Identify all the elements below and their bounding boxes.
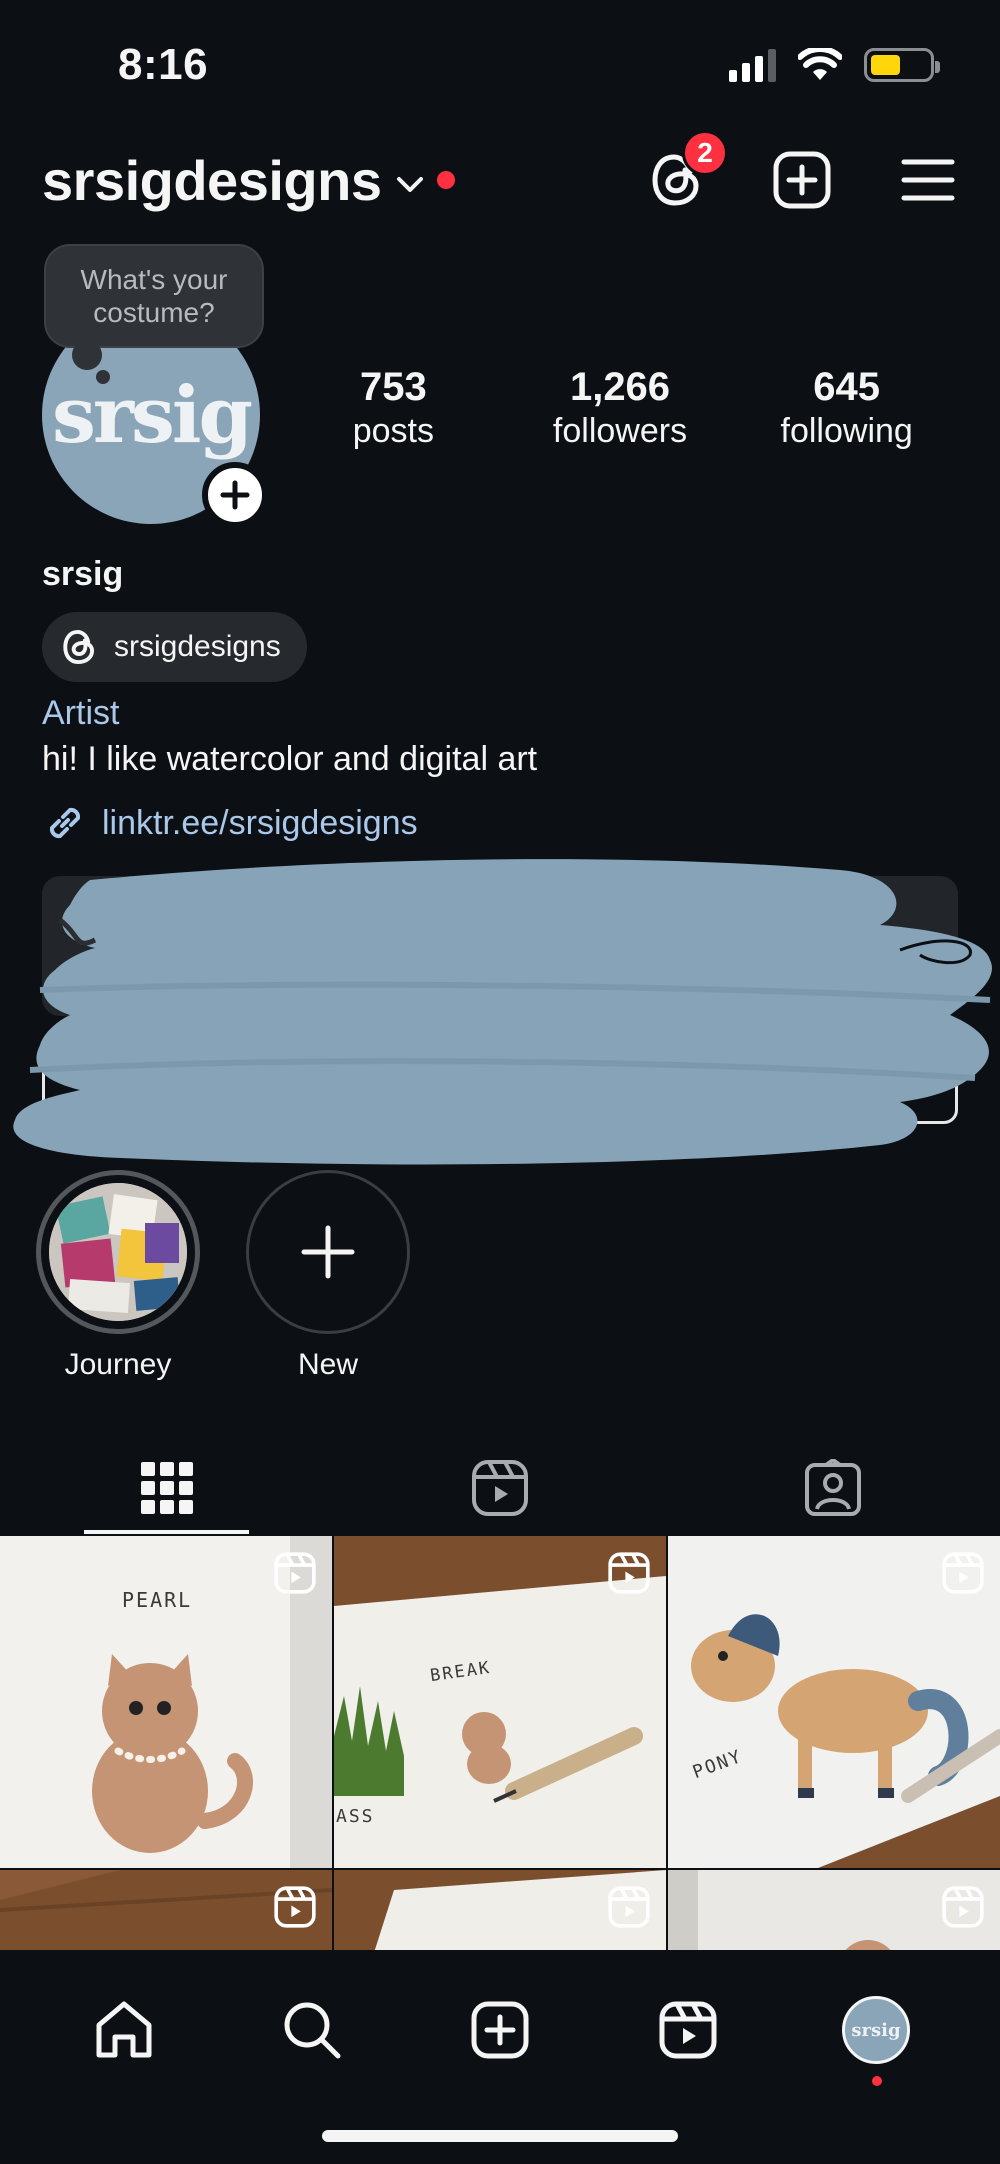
menu-button[interactable]: [898, 150, 958, 210]
grid-post[interactable]: PONY: [668, 1536, 1000, 1868]
tab-tagged[interactable]: [667, 1442, 1000, 1534]
followers-count: 1,266: [569, 365, 671, 409]
posts-grid: PEARL BREAK ASS PONY: [0, 1536, 1000, 1984]
bio-text: hi! I like watercolor and digital art: [42, 740, 538, 778]
status-bar: 8:16: [0, 0, 1000, 130]
story-highlights: Journey New: [36, 1170, 410, 1382]
profile-header: srsigdesigns 2: [42, 130, 958, 220]
plus-square-icon: [773, 151, 831, 209]
followers-label: followers: [552, 412, 688, 450]
nav-create[interactable]: [460, 1990, 540, 2070]
plus-icon: [220, 480, 250, 510]
following-count: 645: [813, 365, 881, 409]
post-caption: ASS: [336, 1806, 375, 1827]
avatar: srsig: [842, 1996, 910, 2064]
profile-link-text: linktr.ee/srsigdesigns: [102, 803, 418, 842]
home-indicator[interactable]: [322, 2130, 678, 2142]
posts-label: posts: [352, 412, 434, 450]
add-story-button[interactable]: [202, 462, 268, 528]
chevron-down-icon[interactable]: [395, 175, 425, 195]
nav-reels[interactable]: [648, 1990, 728, 2070]
paint-swatches-image: [49, 1183, 187, 1321]
highlight-thumbnail: [49, 1183, 187, 1321]
threads-notification-badge: 2: [682, 130, 728, 176]
threads-icon: [63, 629, 95, 665]
note-bubble[interactable]: What's your costume?: [44, 244, 264, 348]
profile-stats: 753 posts 1,266 followers 645 following: [280, 364, 960, 452]
battery-icon: [864, 48, 940, 82]
create-button[interactable]: [772, 150, 832, 210]
tab-posts-grid[interactable]: [0, 1442, 333, 1534]
grid-post[interactable]: BREAK ASS: [334, 1536, 666, 1868]
threads-profile-chip[interactable]: srsigdesigns: [42, 612, 307, 682]
new-highlight-ring: [246, 1170, 410, 1334]
reel-indicator-icon: [942, 1886, 984, 1928]
grid-icon: [140, 1462, 193, 1514]
reel-indicator-icon: [608, 1886, 650, 1928]
threads-handle: srsigdesigns: [114, 630, 281, 663]
home-icon: [96, 2001, 152, 2058]
post-caption: PEARL: [122, 1588, 193, 1612]
grid-post[interactable]: PEARL: [0, 1536, 332, 1868]
threads-button[interactable]: 2: [646, 130, 728, 210]
avatar-logo-text: srsig: [51, 369, 253, 461]
unread-dot: [437, 171, 456, 189]
search-icon: [284, 2002, 341, 2059]
plus-square-icon: [471, 2001, 529, 2059]
profile-category: Artist: [42, 694, 120, 732]
nav-search[interactable]: [272, 1990, 352, 2070]
cellular-signal-icon: [729, 48, 776, 82]
tab-reels[interactable]: [333, 1442, 666, 1534]
account-switcher-username[interactable]: srsigdesigns: [42, 148, 382, 213]
reels-icon: [659, 2001, 717, 2059]
hamburger-menu-icon: [901, 159, 955, 201]
highlight-journey[interactable]: Journey: [36, 1170, 200, 1382]
profile-notification-dot: [872, 2076, 882, 2086]
reels-icon: [471, 1460, 528, 1516]
reel-indicator-icon: [274, 1886, 316, 1928]
nav-home[interactable]: [84, 1990, 164, 2070]
reel-indicator-icon: [608, 1552, 650, 1594]
header-actions: 2: [646, 130, 958, 220]
reel-indicator-icon: [942, 1552, 984, 1594]
redaction-scribble: [13, 859, 992, 1165]
status-time: 8:16: [118, 40, 209, 89]
following-stat[interactable]: 645 following: [733, 364, 960, 452]
followers-stat[interactable]: 1,266 followers: [507, 364, 734, 452]
highlight-label: New: [297, 1348, 358, 1381]
posts-stat[interactable]: 753 posts: [280, 364, 507, 452]
following-label: following: [780, 412, 913, 450]
note-bubble-tail: [72, 340, 102, 370]
highlight-label: Journey: [64, 1348, 172, 1381]
wifi-icon: [798, 48, 842, 80]
new-highlight-button[interactable]: New: [246, 1170, 410, 1382]
display-name: srsig: [42, 555, 124, 593]
posts-count: 753: [359, 365, 427, 409]
tagged-person-icon: [805, 1459, 862, 1516]
highlight-ring: [36, 1170, 200, 1334]
note-bubble-tail-small: [96, 370, 110, 384]
profile-content-tabs: [0, 1442, 1000, 1534]
nav-profile[interactable]: srsig: [836, 1990, 916, 2086]
status-icons: [729, 48, 940, 82]
plus-icon: [301, 1225, 355, 1279]
reel-indicator-icon: [274, 1552, 316, 1594]
